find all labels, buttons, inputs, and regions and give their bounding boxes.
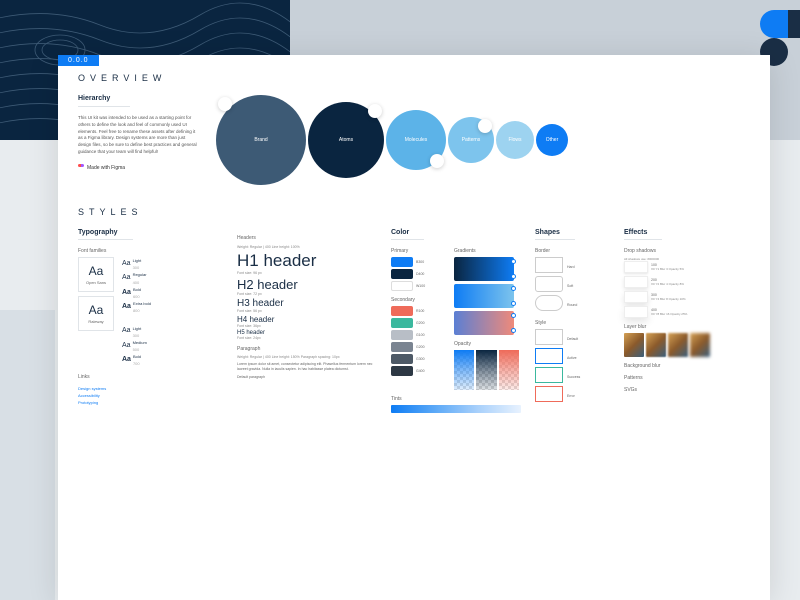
h2-sample: H2 header bbox=[237, 277, 377, 292]
effects-title: Effects bbox=[624, 229, 662, 240]
color-column: Color Primary B300D400W100 Secondary R10… bbox=[391, 229, 521, 413]
hierarchy-circle: Molecules bbox=[386, 110, 446, 170]
made-with-figma: Made with Figma bbox=[78, 164, 198, 172]
links-label: Links bbox=[78, 374, 223, 380]
tints-bar bbox=[391, 405, 521, 413]
h4-sample: H4 header bbox=[237, 315, 377, 324]
color-title: Color bbox=[391, 229, 424, 240]
color-swatch: B300 bbox=[391, 257, 446, 267]
layer-blur-samples bbox=[624, 333, 719, 357]
color-swatch: G300 bbox=[391, 354, 446, 364]
hierarchy-desc: This UI kit was intended to be used as a… bbox=[78, 115, 198, 156]
color-swatch: R100 bbox=[391, 306, 446, 316]
color-swatch: G200 bbox=[391, 318, 446, 328]
effects-column: Effects Drop shadows All shadows use: #0… bbox=[624, 229, 719, 413]
links-list: Design systems Accessibility Prototyping bbox=[78, 386, 223, 405]
font-weights-1: AaLight300AaRegular400AaBold600AaExtra b… bbox=[122, 257, 151, 368]
hierarchy-circle: Patterns bbox=[448, 117, 494, 163]
h1-sample: H1 header bbox=[237, 251, 377, 271]
hierarchy-title: Hierarchy bbox=[78, 95, 130, 107]
typography-column: Typography Font families Aa Open Sans Aa… bbox=[78, 229, 223, 413]
typography-title: Typography bbox=[78, 229, 133, 240]
link-item[interactable]: Prototyping bbox=[78, 400, 223, 405]
shadow-sample: 300X0 Y4 Blur 8 Opacity 10% bbox=[624, 291, 719, 303]
gradient-swatch bbox=[454, 311, 514, 335]
shadow-sample: 400X0 Y8 Blur 16 Opacity 25% bbox=[624, 306, 719, 318]
styles-section: STYLES Typography Font families Aa Open … bbox=[78, 207, 750, 413]
hierarchy-circles: BrandAtomsMoleculesPatternsFlowsOther bbox=[216, 95, 750, 185]
hierarchy-circle: Brand bbox=[216, 95, 306, 185]
shadow-sample: 200X0 Y2 Blur 4 Opacity 8% bbox=[624, 276, 719, 288]
left-bg-panel bbox=[0, 310, 55, 600]
gradient-swatch bbox=[454, 257, 514, 281]
color-swatch: G100 bbox=[391, 330, 446, 340]
overview-title: OVERVIEW bbox=[78, 73, 750, 83]
h3-sample: H3 header bbox=[237, 298, 377, 309]
link-item[interactable]: Design systems bbox=[78, 386, 223, 391]
color-swatch: W100 bbox=[391, 281, 446, 291]
styles-title: STYLES bbox=[78, 207, 750, 217]
headers-column: Headers Weight: Regular | 400 Line heigh… bbox=[237, 229, 377, 413]
version-badge: 0.0.0 bbox=[58, 55, 99, 66]
shapes-title: Shapes bbox=[535, 229, 575, 240]
link-item[interactable]: Accessibility bbox=[78, 393, 223, 398]
document-page: 0.0.0 OVERVIEW Hierarchy This UI kit was… bbox=[58, 55, 770, 600]
color-swatch: D400 bbox=[391, 269, 446, 279]
hierarchy-circle: Other bbox=[536, 124, 568, 156]
color-swatch: G200 bbox=[391, 342, 446, 352]
font-family-raleway: Aa Raleway bbox=[78, 296, 114, 331]
overview-section: OVERVIEW Hierarchy This UI kit was inten… bbox=[78, 73, 750, 185]
hierarchy-circle: Flows bbox=[496, 121, 534, 159]
figma-icon bbox=[78, 164, 84, 172]
shadow-sample: 100X0 Y1 Blur 3 Opacity 5% bbox=[624, 261, 719, 273]
hierarchy-circle: Atoms bbox=[308, 102, 384, 178]
shapes-column: Shapes Border HardSoftRound Style Defaul… bbox=[535, 229, 610, 413]
font-family-opensans: Aa Open Sans bbox=[78, 257, 114, 292]
gradient-swatch bbox=[454, 284, 514, 308]
opacity-samples bbox=[454, 350, 519, 390]
color-swatch: G400 bbox=[391, 366, 446, 376]
